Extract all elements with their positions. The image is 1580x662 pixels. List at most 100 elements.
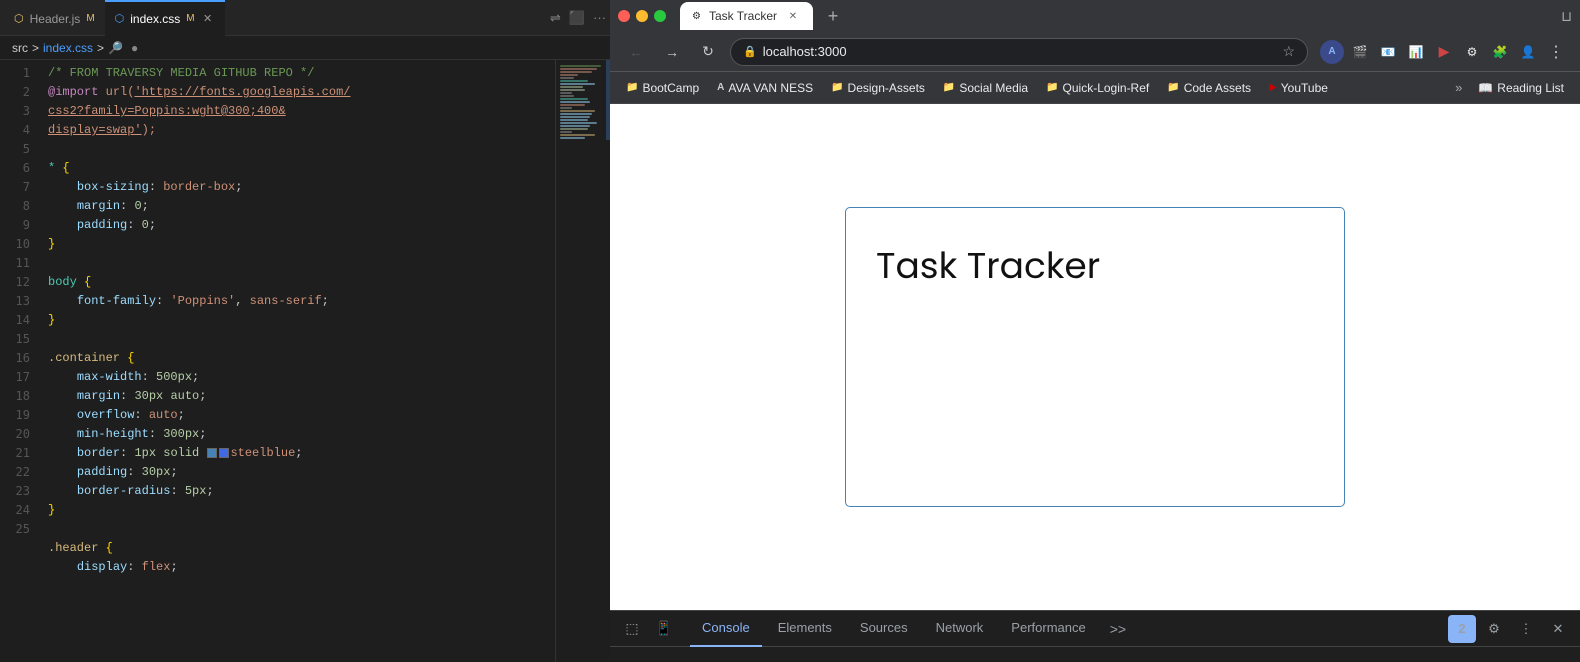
- ext-icon-6[interactable]: ⚙: [1460, 40, 1484, 64]
- bookmark-code[interactable]: 📁 Code Assets: [1159, 77, 1259, 99]
- browser-viewport: Task Tracker: [610, 104, 1580, 610]
- ext-icon-1[interactable]: A: [1320, 40, 1344, 64]
- bookmarks-more-button[interactable]: »: [1449, 76, 1468, 99]
- task-tracker-container: Task Tracker: [845, 207, 1345, 507]
- editor-tab-bar: ⬡ Header.js M ⬡ index.css M ✕ ⇌ ⬛ ···: [0, 0, 610, 36]
- browser-tab-title: Task Tracker: [709, 9, 777, 23]
- bookmark-bootcamp-label: BootCamp: [642, 81, 699, 95]
- bookmark-social[interactable]: 📁 Social Media: [935, 77, 1036, 99]
- devtools-tab-sources[interactable]: Sources: [848, 611, 920, 647]
- bookmark-design[interactable]: 📁 Design-Assets: [823, 77, 933, 99]
- devtools-console-badge: 2: [1448, 615, 1476, 643]
- bookmark-login-label: Quick-Login-Ref: [1063, 81, 1150, 95]
- bookmark-code-label: Code Assets: [1184, 81, 1251, 95]
- bookmark-star-icon[interactable]: ☆: [1282, 43, 1295, 60]
- devtools-left-icons: ⬚ 📱: [618, 615, 678, 643]
- tab-bar-actions: ⇌ ⬛ ···: [550, 10, 606, 26]
- split-editor-icon[interactable]: ⇌: [550, 10, 561, 26]
- tab-index-css-label: index.css: [130, 12, 180, 26]
- editor-panel: ⬡ Header.js M ⬡ index.css M ✕ ⇌ ⬛ ··· sr…: [0, 0, 610, 662]
- devtools-tab-network-label: Network: [936, 620, 984, 635]
- forward-button[interactable]: →: [658, 38, 686, 66]
- devtools-inspect-icon[interactable]: ⬚: [618, 615, 646, 643]
- chrome-menu-button[interactable]: ⋮: [1544, 40, 1568, 64]
- devtools-close-icon[interactable]: ✕: [1544, 615, 1572, 643]
- devtools-tab-performance[interactable]: Performance: [999, 611, 1097, 647]
- minimap[interactable]: [555, 60, 610, 662]
- tab-index-css[interactable]: ⬡ index.css M ✕: [105, 0, 225, 36]
- window-close-button[interactable]: [618, 10, 630, 22]
- tab-header-js-dirty: M: [86, 13, 94, 24]
- bookmark-code-icon: 📁: [1167, 82, 1179, 93]
- refresh-button[interactable]: ↻: [694, 38, 722, 66]
- url-bar[interactable]: 🔒 localhost:3000 ☆: [730, 38, 1308, 66]
- ext-icon-3[interactable]: 📧: [1376, 40, 1400, 64]
- toggle-panel-icon[interactable]: ⬛: [569, 10, 585, 26]
- bookmark-login-icon: 📁: [1046, 82, 1058, 93]
- reading-list-button[interactable]: 📖 Reading List: [1470, 77, 1572, 99]
- bookmark-ava-label: AVA VAN NESS: [728, 81, 813, 95]
- devtools-tab-network[interactable]: Network: [924, 611, 996, 647]
- browser-tab-close[interactable]: ✕: [785, 8, 801, 24]
- devtools-more-tabs[interactable]: >>: [1102, 621, 1134, 637]
- devtools-tab-performance-label: Performance: [1011, 620, 1085, 635]
- breadcrumb-modified: ●: [131, 41, 138, 55]
- reading-list-icon: 📖: [1478, 81, 1493, 95]
- bookmark-bootcamp[interactable]: 📁 BootCamp: [618, 77, 707, 99]
- browser-tab[interactable]: ⚙ Task Tracker ✕: [680, 2, 813, 30]
- bookmark-youtube-label: YouTube: [1281, 81, 1328, 95]
- css-file-icon: ⬡: [115, 12, 125, 25]
- breadcrumb-src[interactable]: src: [12, 41, 28, 55]
- bookmark-design-icon: 📁: [831, 82, 843, 93]
- browser-panel: ⚙ Task Tracker ✕ + ⊔ ← → ↻ 🔒 localhost:3…: [610, 0, 1580, 662]
- browser-titlebar: ⚙ Task Tracker ✕ + ⊔: [610, 0, 1580, 32]
- address-bar: ← → ↻ 🔒 localhost:3000 ☆ A 🎬 📧 📊 ▶ ⚙ 🧩 👤…: [610, 32, 1580, 72]
- tab-header-js[interactable]: ⬡ Header.js M: [4, 0, 105, 36]
- bookmark-social-icon: 📁: [943, 82, 955, 93]
- bookmark-design-label: Design-Assets: [848, 81, 925, 95]
- bookmark-folder-icon: 📁: [626, 82, 638, 93]
- new-tab-button[interactable]: +: [819, 2, 847, 30]
- maximize-hint[interactable]: ⊔: [1561, 8, 1572, 25]
- security-lock-icon: 🔒: [743, 45, 757, 58]
- breadcrumb-file[interactable]: index.css: [43, 41, 93, 55]
- bookmark-ava-icon: A: [717, 82, 724, 93]
- bookmark-ava[interactable]: A AVA VAN NESS: [709, 77, 821, 99]
- reading-list-label: Reading List: [1497, 81, 1564, 95]
- code-editor: 1234 5678 9101112 13141516 17181920 2122…: [0, 60, 610, 662]
- breadcrumb-sep1: >: [32, 41, 39, 55]
- breadcrumb: src > index.css > 🔎 ●: [0, 36, 610, 60]
- line-numbers: 1234 5678 9101112 13141516 17181920 2122…: [0, 60, 40, 662]
- devtools-more-icon[interactable]: ⋮: [1512, 615, 1540, 643]
- tab-index-css-dirty: M: [186, 13, 194, 24]
- js-file-icon: ⬡: [14, 12, 24, 25]
- window-minimize-button[interactable]: [636, 10, 648, 22]
- devtools-tab-bar: ⬚ 📱 Console Elements Sources Network Per…: [610, 611, 1580, 647]
- ext-icon-2[interactable]: 🎬: [1348, 40, 1372, 64]
- devtools-tab-elements[interactable]: Elements: [766, 611, 844, 647]
- ext-icon-7[interactable]: 🧩: [1488, 40, 1512, 64]
- breadcrumb-search-icon[interactable]: 🔎: [108, 41, 123, 55]
- url-text: localhost:3000: [763, 44, 1277, 59]
- bookmark-login[interactable]: 📁 Quick-Login-Ref: [1038, 77, 1157, 99]
- tab-close-button[interactable]: ✕: [201, 12, 215, 26]
- devtools-settings-icon[interactable]: ⚙: [1480, 615, 1508, 643]
- page-title: Task Tracker: [876, 238, 1100, 293]
- ext-icon-8[interactable]: 👤: [1516, 40, 1540, 64]
- devtools-tab-elements-label: Elements: [778, 620, 832, 635]
- more-actions-icon[interactable]: ···: [593, 10, 606, 25]
- devtools-right-actions: 2 ⚙ ⋮ ✕: [1448, 615, 1572, 643]
- devtools-tab-console[interactable]: Console: [690, 611, 762, 647]
- bookmark-youtube-icon: ▶: [1269, 82, 1277, 93]
- devtools-tab-sources-label: Sources: [860, 620, 908, 635]
- bookmark-social-label: Social Media: [959, 81, 1028, 95]
- ext-icon-4[interactable]: 📊: [1404, 40, 1428, 64]
- favicon: ⚙: [692, 11, 701, 22]
- back-button[interactable]: ←: [622, 38, 650, 66]
- window-maximize-button[interactable]: [654, 10, 666, 22]
- code-text[interactable]: /* FROM TRAVERSY MEDIA GITHUB REPO */ @i…: [40, 60, 555, 662]
- ext-icon-5[interactable]: ▶: [1432, 40, 1456, 64]
- console-error-count: 2: [1448, 615, 1476, 643]
- bookmark-youtube[interactable]: ▶ YouTube: [1261, 77, 1336, 99]
- devtools-device-icon[interactable]: 📱: [650, 615, 678, 643]
